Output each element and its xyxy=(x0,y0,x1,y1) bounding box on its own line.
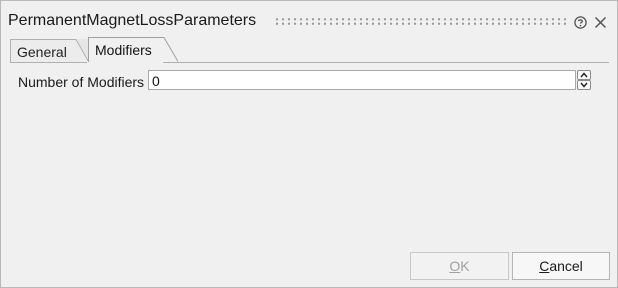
ok-mnemonic: O xyxy=(449,258,461,274)
number-of-modifiers-label: Number of Modifiers xyxy=(18,74,145,90)
ok-button[interactable]: OK xyxy=(410,252,509,280)
title-bar[interactable]: PermanentMagnetLossParameters xyxy=(1,1,617,39)
tab-general-label: General xyxy=(17,44,67,60)
number-of-modifiers-field[interactable] xyxy=(148,70,576,90)
tab-general[interactable]: General xyxy=(10,39,90,63)
chevron-up-icon xyxy=(580,72,588,78)
cancel-label-rest: ancel xyxy=(549,258,583,274)
number-of-modifiers-input[interactable] xyxy=(152,72,572,89)
dialog-title: PermanentMagnetLossParameters xyxy=(8,12,257,29)
chevron-down-icon xyxy=(580,82,588,88)
spin-up-button[interactable] xyxy=(577,70,591,80)
close-icon[interactable] xyxy=(594,16,607,29)
tab-strip: General Modifiers xyxy=(10,37,610,63)
ok-label-rest: K xyxy=(460,258,470,274)
dialog-window: PermanentMagnetLossParameters General Mo… xyxy=(0,0,618,288)
drag-grip[interactable] xyxy=(274,17,566,26)
number-of-modifiers-spinner[interactable] xyxy=(577,70,591,90)
active-tab-gap xyxy=(87,62,163,63)
spin-down-button[interactable] xyxy=(577,80,591,90)
help-icon[interactable] xyxy=(574,16,587,29)
tab-modifiers[interactable]: Modifiers xyxy=(88,37,179,63)
cancel-mnemonic: C xyxy=(539,258,550,274)
tab-modifiers-label: Modifiers xyxy=(95,42,152,58)
cancel-button[interactable]: Cancel xyxy=(512,252,610,280)
